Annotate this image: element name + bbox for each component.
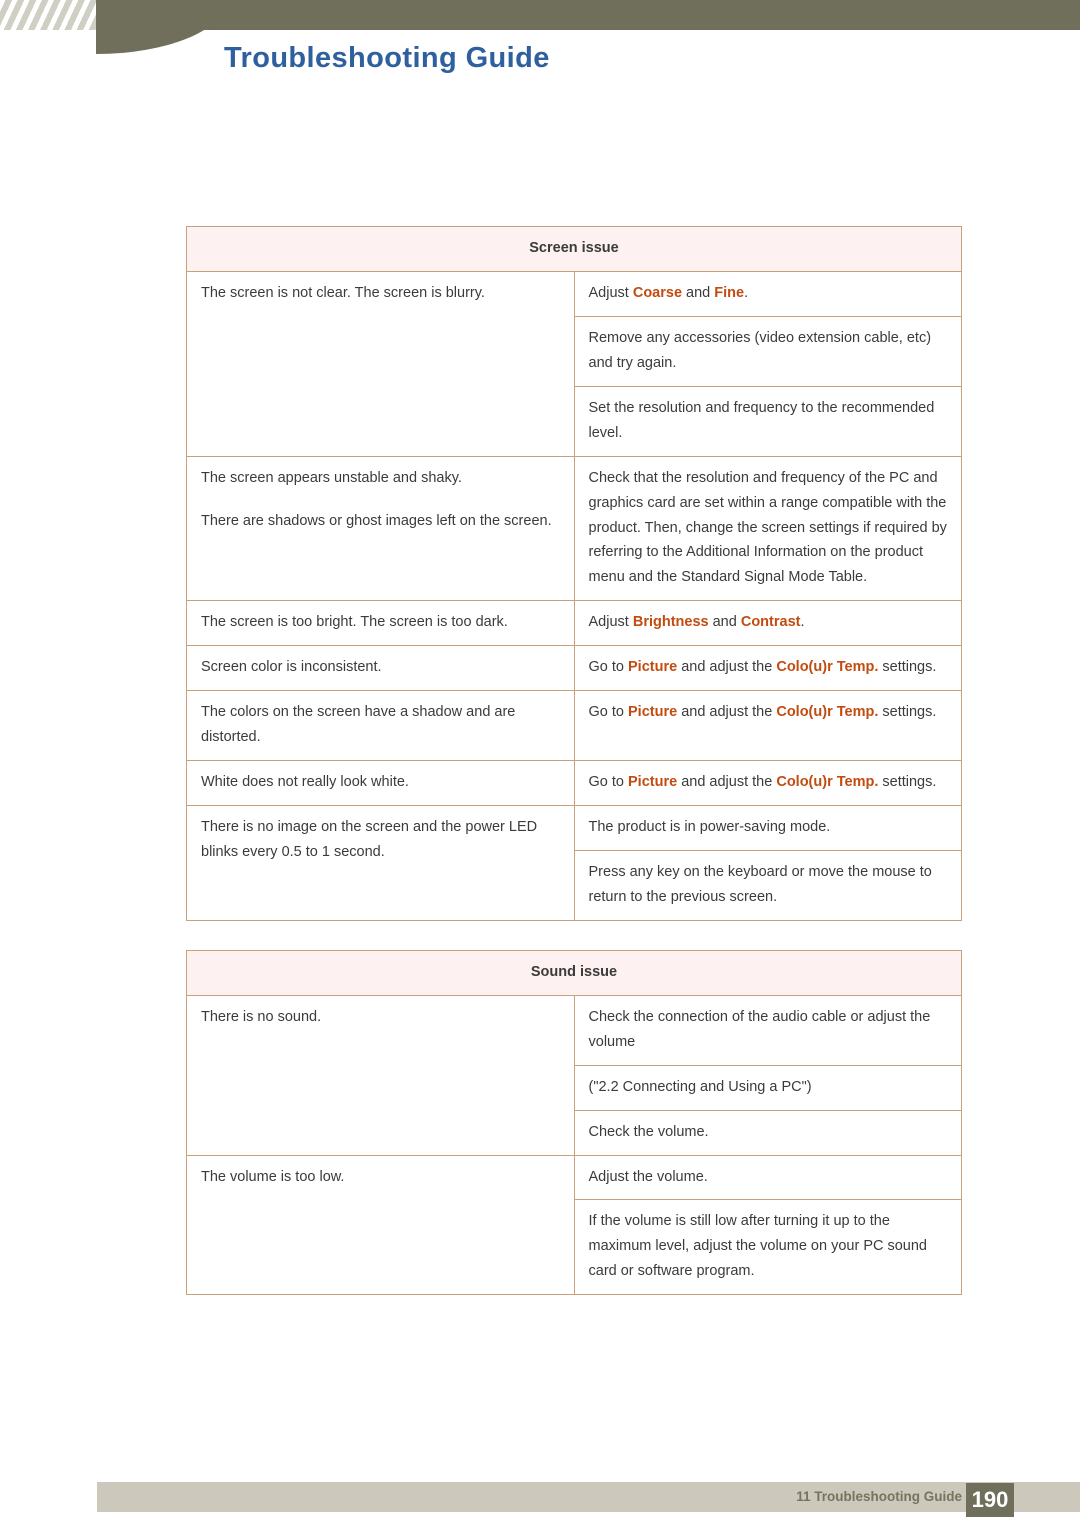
menu-term: Colo(u)r Temp. (776, 774, 879, 791)
troubleshooting-table: Screen issue The screen is not clear. The… (186, 226, 962, 921)
solution-cell: ("2.2 Connecting and Using a PC") (573, 1064, 962, 1111)
problem-cell: The screen is too bright. The screen is … (186, 600, 575, 647)
section-header: Sound issue (186, 949, 962, 996)
solution-text: and adjust the (677, 659, 777, 676)
solution-text: Check the volume. (588, 1123, 709, 1140)
problem-cell: The volume is too low. (186, 1154, 575, 1296)
menu-term: Brightness (632, 614, 709, 631)
solution-cell: Adjust the volume. (573, 1154, 962, 1201)
table-row: There is no image on the screen and the … (186, 805, 962, 921)
problem-cell: White does not really look white. (186, 760, 575, 806)
problem-cell: There is no sound. (186, 994, 575, 1156)
troubleshooting-table: Sound issue There is no sound. Check the c… (186, 949, 962, 1296)
solution-text: Go to (588, 659, 628, 676)
solution-cell: If the volume is still low after turning… (573, 1199, 962, 1296)
solution-cell: Go to Picture and adjust the Colo(u)r Te… (573, 645, 962, 692)
solution-text: settings. (878, 659, 937, 676)
solution-text: Check that the resolution and frequency … (588, 469, 947, 586)
solution-text: and adjust the (677, 774, 777, 791)
solution-text: Adjust the volume. (588, 1168, 708, 1185)
menu-term: Coarse (632, 284, 683, 301)
solution-text: Check the connection of the audio cable … (588, 1008, 931, 1050)
solution-text: Adjust (588, 284, 633, 301)
problem-cell: The colors on the screen have a shadow a… (186, 690, 575, 762)
solution-cell: Check the volume. (573, 1109, 962, 1156)
solution-text: Press any key on the keyboard or move th… (588, 863, 932, 905)
header-curve-decoration (96, 0, 226, 54)
table-section-header-row: Screen issue (186, 226, 962, 272)
solution-cell: Set the resolution and frequency to the … (573, 385, 962, 457)
solution-text: . (800, 614, 805, 631)
problem-text: There are shadows or ghost images left o… (201, 512, 552, 529)
menu-term: Contrast (740, 614, 801, 631)
tables-root: Screen issue The screen is not clear. The… (186, 226, 962, 1296)
solution-text: Set the resolution and frequency to the … (588, 399, 935, 441)
problem-cell: There is no image on the screen and the … (186, 805, 575, 921)
solution-cell: Adjust Coarse and Fine. (573, 270, 962, 317)
table-row: The screen appears unstable and shaky. Th… (186, 455, 962, 602)
table-section-header-row: Sound issue (186, 949, 962, 996)
content-area: Screen issue The screen is not clear. The… (186, 226, 962, 1296)
solution-text: The product is in power-saving mode. (588, 819, 831, 835)
problem-text: There is no image on the screen and the … (201, 819, 538, 860)
table-row: The colors on the screen have a shadow a… (186, 690, 962, 762)
solution-cell: Press any key on the keyboard or move th… (573, 849, 962, 921)
solution-text: and (708, 614, 741, 631)
section-header: Screen issue (186, 226, 962, 272)
table-row: There is no sound. Check the connection o… (186, 994, 962, 1156)
problem-text: There is no sound. (201, 1008, 322, 1025)
table-row: The screen is not clear. The screen is b… (186, 270, 962, 457)
solution-cell: Go to Picture and adjust the Colo(u)r Te… (573, 760, 962, 806)
menu-term: Picture (628, 774, 678, 791)
problem-text: The colors on the screen have a shadow a… (201, 704, 516, 746)
problem-text: Screen color is inconsistent. (201, 659, 382, 676)
problem-cell: The screen is not clear. The screen is b… (186, 270, 575, 457)
page-number: 190 (966, 1483, 1014, 1517)
table-row: Screen color is inconsistent. Go to Pictu… (186, 645, 962, 692)
solution-text: and (682, 284, 715, 301)
problem-text: The volume is too low. (201, 1168, 345, 1185)
solution-text: settings. (878, 774, 937, 791)
menu-term: Picture (628, 659, 678, 676)
solution-text: Go to (588, 704, 628, 721)
menu-term: Fine (714, 284, 745, 301)
problem-cell: Screen color is inconsistent. (186, 645, 575, 692)
solution-cell: Adjust Brightness and Contrast. (573, 600, 962, 647)
solution-cell: The product is in power-saving mode. (573, 805, 962, 851)
table-row: The screen is too bright. The screen is … (186, 600, 962, 647)
solution-text: Go to (588, 774, 628, 791)
problem-cell: The screen appears unstable and shaky. Th… (186, 455, 575, 602)
problem-text: The screen is too bright. The screen is … (201, 614, 508, 631)
solution-cell: Remove any accessories (video extension … (573, 315, 962, 387)
solution-text: settings. (878, 704, 937, 721)
solution-text: ("2.2 Connecting and Using a PC") (588, 1078, 812, 1095)
solution-cell: Check that the resolution and frequency … (573, 455, 962, 602)
solution-text: and adjust the (677, 704, 777, 721)
footer-label: 11 Troubleshooting Guide (796, 1489, 962, 1504)
solution-text: Adjust (588, 614, 633, 631)
solution-text: If the volume is still low after turning… (588, 1213, 928, 1280)
problem-text: The screen appears unstable and shaky. (201, 469, 462, 486)
menu-term: Colo(u)r Temp. (776, 659, 879, 676)
solution-text: Remove any accessories (video extension … (588, 329, 932, 371)
solution-cell: Check the connection of the audio cable … (573, 994, 962, 1066)
solution-text: . (744, 284, 749, 301)
solution-cell: Go to Picture and adjust the Colo(u)r Te… (573, 690, 962, 762)
page-title: Troubleshooting Guide (224, 42, 550, 74)
header-hatch-decoration (0, 0, 96, 30)
table-row: The volume is too low. Adjust the volume. (186, 1154, 962, 1296)
menu-term: Colo(u)r Temp. (776, 704, 879, 721)
table-row: White does not really look white. Go to P… (186, 760, 962, 806)
problem-text: White does not really look white. (201, 774, 409, 791)
problem-text: The screen is not clear. The screen is b… (201, 284, 485, 301)
menu-term: Picture (628, 704, 678, 721)
